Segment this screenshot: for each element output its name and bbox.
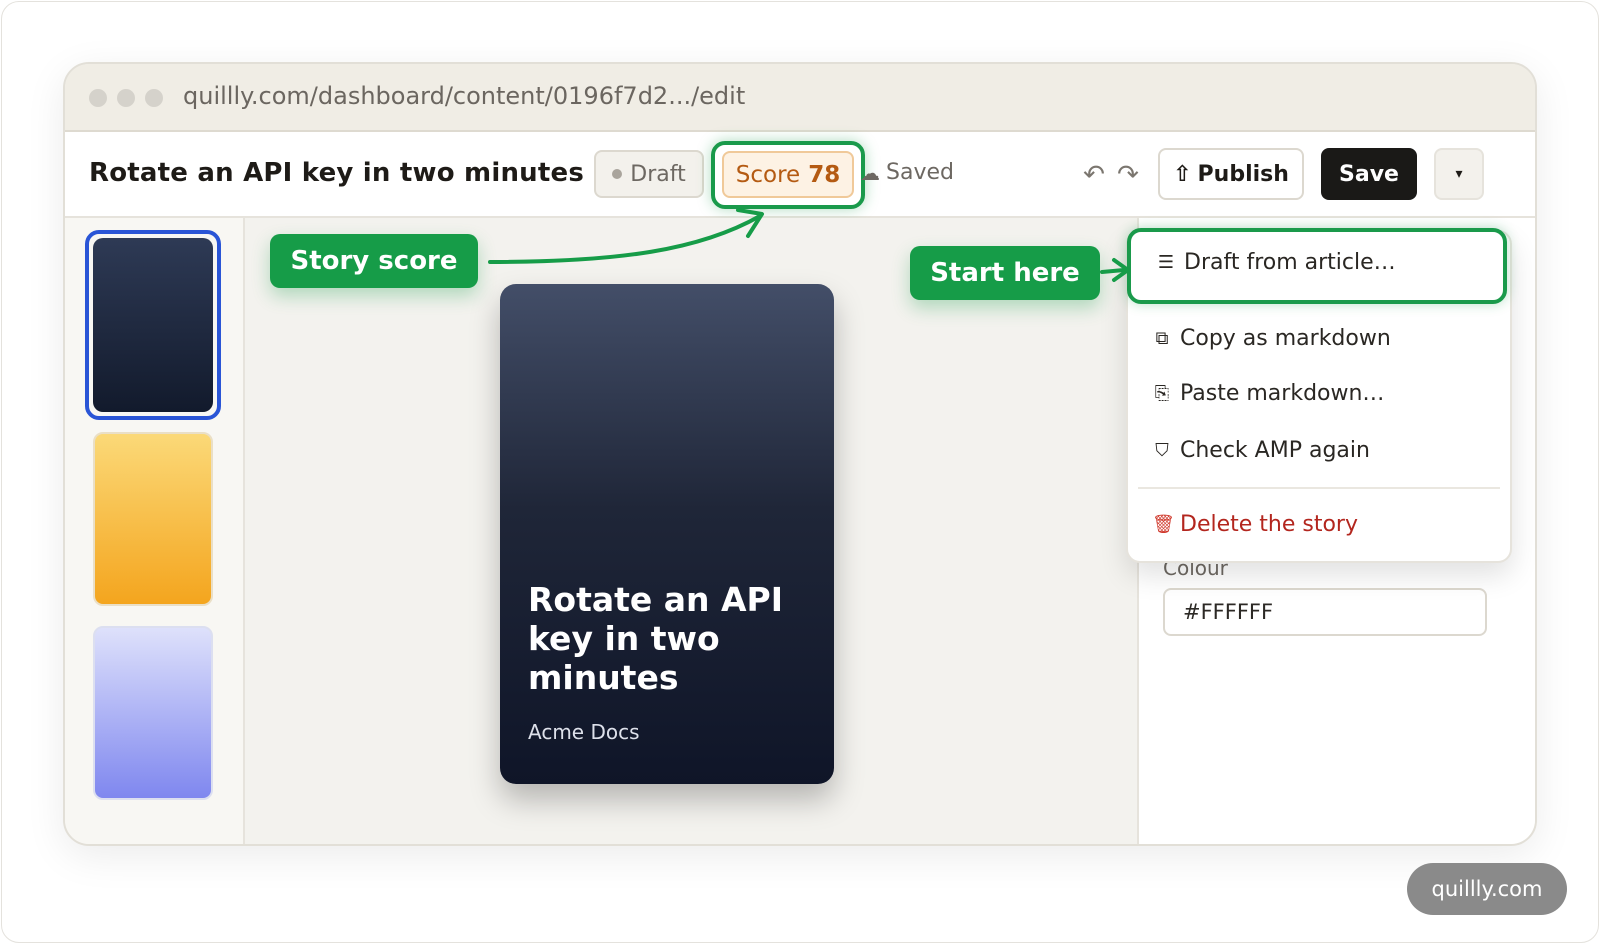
status-badge: Draft	[594, 150, 704, 198]
menu-item-copy-markdown[interactable]: ⧉ Copy as markdown	[1152, 326, 1391, 351]
more-menu-button[interactable]: ▾	[1434, 148, 1484, 200]
menu-item-label: Check AMP again	[1180, 438, 1370, 463]
publish-label: Publish	[1197, 161, 1289, 187]
save-button[interactable]: Save	[1321, 148, 1417, 200]
url-text[interactable]: quillly.com/dashboard/content/0196f7d2..…	[183, 82, 745, 110]
menu-item-label: Copy as markdown	[1180, 326, 1391, 351]
paste-icon: ⎘	[1154, 383, 1170, 404]
story-canvas: Rotate an API key in two minutes Acme Do…	[245, 218, 1137, 844]
status-dot-icon	[612, 169, 623, 179]
callout-story-score: Story score	[270, 234, 478, 288]
watermark: quillly.com	[1407, 863, 1567, 915]
trash-icon: 🗑	[1152, 514, 1175, 535]
status-label: Draft	[630, 161, 686, 187]
page-thumbnails-rail	[65, 218, 245, 844]
menu-item-delete-story[interactable]: 🗑 Delete the story	[1152, 512, 1358, 537]
save-status: ☁ Saved	[860, 160, 954, 185]
cloud-icon: ☁	[860, 160, 880, 185]
story-card-title[interactable]: Rotate an API key in two minutes	[528, 580, 818, 697]
menu-item-label: Paste markdown…	[1180, 381, 1385, 406]
window-close-dot[interactable]	[89, 89, 107, 107]
menu-item-paste-markdown[interactable]: ⎘ Paste markdown…	[1152, 381, 1385, 406]
editor-toolbar: Rotate an API key in two minutes Draft S…	[65, 132, 1535, 218]
menu-item-label: Delete the story	[1180, 512, 1358, 537]
copy-icon: ⧉	[1155, 328, 1169, 349]
callout-start-here: Start here	[910, 246, 1100, 300]
draft-from-article-highlight	[1127, 228, 1507, 304]
story-title: Rotate an API key in two minutes	[89, 158, 585, 188]
story-page-preview[interactable]: Rotate an API key in two minutes Acme Do…	[500, 284, 834, 784]
menu-divider	[1138, 487, 1500, 489]
colour-field[interactable]: #FFFFFF	[1163, 588, 1487, 636]
saved-label: Saved	[886, 160, 954, 185]
publish-button[interactable]: ⇧ Publish	[1158, 148, 1304, 200]
page-thumbnail-dark[interactable]	[93, 238, 213, 412]
menu-item-check-amp[interactable]: ⛉ Check AMP again	[1152, 438, 1370, 463]
story-card-brand[interactable]: Acme Docs	[528, 720, 640, 744]
page-thumbnail-lavender[interactable]	[93, 626, 213, 800]
chevron-down-icon: ▾	[1455, 166, 1463, 182]
shield-icon: ⛉	[1155, 440, 1169, 461]
window-maximize-dot[interactable]	[145, 89, 163, 107]
redo-icon[interactable]: ↷	[1113, 160, 1143, 190]
page-thumbnail-amber[interactable]	[93, 432, 213, 606]
publish-arrow-icon: ⇧	[1173, 161, 1192, 187]
undo-icon[interactable]: ↶	[1079, 160, 1109, 190]
score-highlight-ring	[711, 141, 865, 209]
window-minimize-dot[interactable]	[117, 89, 135, 107]
address-bar: quillly.com/dashboard/content/0196f7d2..…	[65, 64, 1535, 132]
